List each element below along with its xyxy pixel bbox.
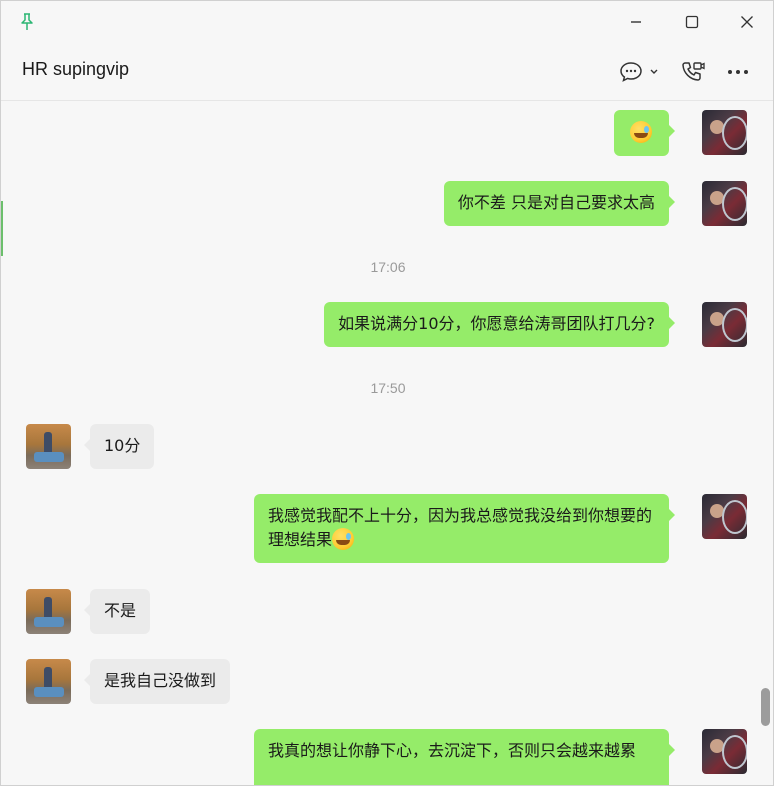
- more-icon: [728, 70, 748, 74]
- voice-video-call-icon: [682, 62, 705, 81]
- rolling-laughing-emoji-icon: [630, 121, 652, 143]
- chat-header: HR supingvip: [1, 41, 773, 101]
- my-avatar[interactable]: [702, 494, 747, 539]
- contact-avatar[interactable]: [26, 589, 71, 634]
- close-button[interactable]: [732, 9, 762, 35]
- my-avatar[interactable]: [702, 181, 747, 226]
- window-edge-accent: [1, 201, 3, 256]
- message-bubble[interactable]: 我感觉我配不上十分，因为我总感觉我没给到你想要的理想结果: [254, 494, 675, 563]
- pin-icon[interactable]: [19, 13, 35, 31]
- close-icon: [741, 16, 753, 28]
- scrollbar-thumb[interactable]: [761, 688, 770, 726]
- rolling-laughing-emoji-icon: [332, 528, 355, 550]
- contact-avatar[interactable]: [26, 659, 71, 704]
- message-bubble[interactable]: 如果说满分10分，你愿意给涛哥团队打几分?: [324, 302, 675, 347]
- my-avatar[interactable]: [702, 110, 747, 155]
- call-button[interactable]: [679, 59, 707, 85]
- my-avatar[interactable]: [702, 729, 747, 774]
- scrollbar-track[interactable]: [759, 102, 773, 785]
- minimize-button[interactable]: [621, 9, 651, 35]
- message-bubble[interactable]: 10分: [83, 424, 155, 469]
- chevron-down-icon: [650, 69, 658, 74]
- message-text: 我感觉我配不上十分，因为我总感觉我没给到你想要的理想结果: [268, 506, 653, 549]
- title-bar: [1, 1, 773, 41]
- maximize-button[interactable]: [677, 9, 707, 35]
- more-button[interactable]: [725, 59, 751, 85]
- chat-options-button[interactable]: [618, 59, 660, 85]
- timestamp: 17:50: [370, 380, 406, 396]
- my-avatar[interactable]: [702, 302, 747, 347]
- maximize-icon: [685, 15, 699, 29]
- minimize-icon: [631, 21, 641, 23]
- message-bubble[interactable]: 你不差 只是对自己要求太高: [443, 181, 676, 226]
- message-list[interactable]: 你不差 只是对自己要求太高 17:06 如果说满分10分，你愿意给涛哥团队打几分…: [1, 102, 773, 785]
- message-bubble[interactable]: 我真的想让你静下心，去沉淀下，否则只会越来越累: [254, 729, 675, 785]
- contact-avatar[interactable]: [26, 424, 71, 469]
- chat-bubble-icon: [620, 62, 642, 82]
- message-bubble[interactable]: [614, 110, 675, 156]
- chat-window: HR supingvip 你不差 只是对自己要求太高 17:06 如果说满分10…: [0, 0, 774, 786]
- message-bubble[interactable]: 是我自己没做到: [83, 659, 231, 704]
- message-bubble[interactable]: 不是: [83, 589, 151, 634]
- timestamp: 17:06: [370, 259, 406, 275]
- chat-title: HR supingvip: [22, 59, 130, 79]
